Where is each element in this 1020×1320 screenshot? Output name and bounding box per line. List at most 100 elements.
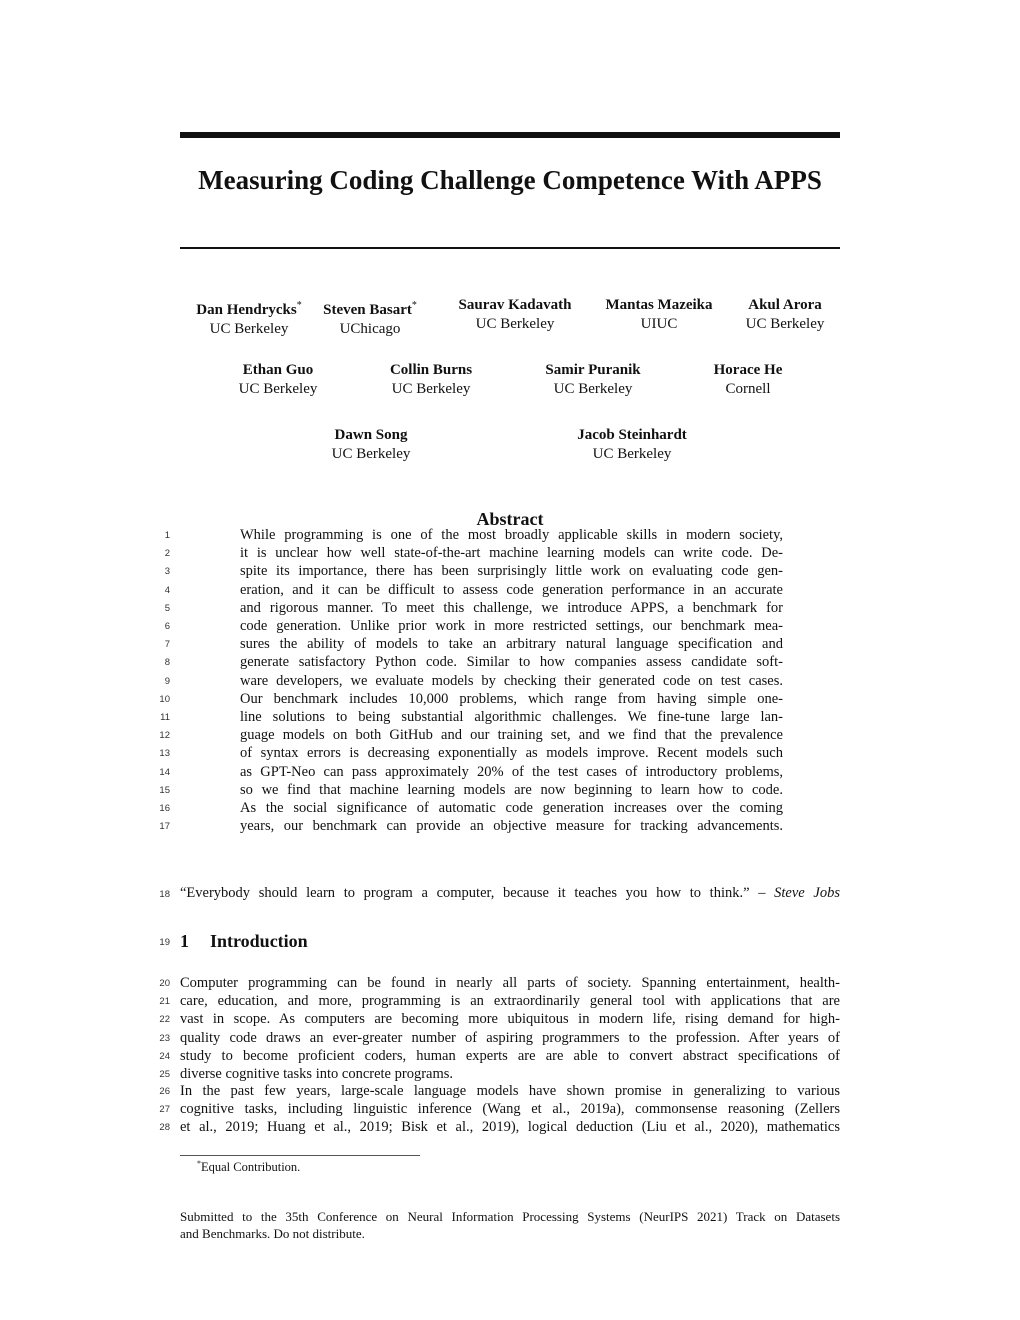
title-top-rule: [180, 132, 840, 138]
text-line: eration, and it can be difficult to asse…: [240, 581, 783, 598]
author-affiliation: UC Berkeley: [745, 316, 825, 332]
author-block: Dan Hendrycks* UC Berkeley: [196, 296, 301, 339]
line-number: 22: [159, 1014, 170, 1026]
line-number: 21: [159, 996, 170, 1008]
line-number: 18: [159, 889, 170, 900]
text-line: In the past few years, large-scale langu…: [180, 1083, 840, 1099]
line-number: 8: [164, 657, 170, 669]
text-line: it is unclear how well state-of-the-art …: [240, 545, 783, 562]
author-block: Mantas Mazeika UIUC: [605, 296, 712, 334]
line-number: 20: [159, 978, 170, 989]
author-name: Dan Hendrycks: [196, 302, 297, 318]
text-line: vast in scope. As computers are becoming…: [180, 1011, 840, 1028]
section-heading: 1 Introduction: [180, 931, 308, 952]
author-name: Dawn Song: [334, 427, 408, 443]
text-line: years, our benchmark can provide an obje…: [240, 818, 783, 835]
author-affiliation: UC Berkeley: [391, 381, 471, 397]
submission-notice-line: and Benchmarks. Do not distribute.: [180, 1226, 365, 1241]
footnote-rule: [180, 1155, 420, 1156]
text-line: guage models on both GitHub and our trai…: [240, 727, 783, 744]
author-block: Horace He Cornell: [714, 361, 783, 399]
equal-contribution-mark: *: [411, 300, 417, 311]
author-block: Saurav Kadavath UC Berkeley: [459, 296, 572, 334]
text-line: Our benchmark includes 10,000 problems, …: [240, 690, 783, 707]
author-affiliation: UC Berkeley: [592, 446, 672, 462]
footnote: *Equal Contribution.: [197, 1159, 300, 1175]
submission-notice-line: Submitted to the 35th Conference on Neur…: [180, 1209, 840, 1224]
author-block: Steven Basart* UChicago: [323, 296, 417, 339]
text-line: care, education, and more, programming i…: [180, 993, 840, 1010]
quote-author: Steve Jobs: [774, 885, 840, 901]
author-name: Samir Puranik: [545, 362, 641, 378]
author-name: Akul Arora: [748, 297, 822, 313]
footnote-text: Equal Contribution.: [201, 1160, 301, 1175]
line-number: 1: [164, 530, 170, 541]
line-number: 27: [159, 1104, 170, 1116]
line-number: 28: [159, 1122, 170, 1134]
author-affiliation: Cornell: [725, 381, 771, 397]
line-number: 9: [164, 675, 170, 687]
section-number: 1: [180, 931, 189, 951]
line-number: 12: [159, 730, 170, 742]
submission-notice: Submitted to the 35th Conference on Neur…: [180, 1208, 840, 1242]
text-line: quality code draws an ever-greater numbe…: [180, 1029, 840, 1046]
author-block: Ethan Guo UC Berkeley: [239, 361, 318, 399]
text-line: Computer programming can be found in nea…: [180, 975, 840, 991]
author-block: Jacob Steinhardt UC Berkeley: [577, 426, 687, 464]
text-line: While programming is one of the most bro…: [240, 527, 783, 543]
line-number: 23: [159, 1032, 170, 1044]
line-number: 17: [159, 821, 170, 833]
line-number: 16: [159, 803, 170, 814]
author-name: Jacob Steinhardt: [577, 427, 687, 443]
text-line: As the social significance of automatic …: [240, 800, 783, 816]
line-number: 26: [159, 1086, 170, 1097]
author-block: Collin Burns UC Berkeley: [390, 361, 472, 399]
text-line: code generation. Unlike prior work in mo…: [240, 618, 783, 634]
quote-text: “Everybody should learn to program a com…: [180, 885, 775, 901]
text-line: diverse cognitive tasks into concrete pr…: [180, 1066, 454, 1082]
line-number: 25: [159, 1069, 170, 1080]
author-name: Ethan Guo: [242, 362, 314, 378]
text-line: ware developers, we evaluate models by c…: [240, 672, 783, 689]
text-line: so we find that machine learning models …: [240, 781, 783, 798]
author-affiliation: UC Berkeley: [553, 381, 633, 397]
text-line: generate satisfactory Python code. Simil…: [240, 654, 783, 671]
text-line: study to become proficient coders, human…: [180, 1047, 840, 1064]
line-number: 3: [164, 566, 170, 578]
line-number: 7: [164, 639, 170, 651]
author-affiliation: UChicago: [339, 321, 401, 337]
author-affiliation: UC Berkeley: [209, 321, 289, 337]
line-number: 2: [164, 548, 170, 560]
line-number: 5: [164, 602, 170, 614]
paper-title: Measuring Coding Challenge Competence Wi…: [198, 165, 822, 195]
author-block: Akul Arora UC Berkeley: [746, 296, 825, 334]
text-line: sures the ability of models to take an a…: [240, 636, 783, 653]
text-line: as GPT-Neo can pass approximately 20% of…: [240, 763, 783, 780]
text-line: spite its importance, there has been sur…: [240, 563, 783, 580]
author-name: Horace He: [713, 362, 783, 378]
line-number: 6: [164, 621, 170, 632]
line-number: 13: [159, 748, 170, 760]
section-title: Introduction: [210, 931, 308, 951]
author-name: Saurav Kadavath: [458, 297, 572, 313]
line-number: 24: [159, 1050, 170, 1062]
author-block: Samir Puranik UC Berkeley: [545, 361, 640, 399]
line-number: 11: [160, 712, 170, 723]
text-line: et al., 2019; Huang et al., 2019; Bisk e…: [180, 1119, 840, 1136]
text-line: of syntax errors is decreasing exponenti…: [240, 745, 783, 762]
title-bottom-rule: [180, 247, 840, 249]
author-block: Dawn Song UC Berkeley: [332, 426, 411, 464]
author-name: Steven Basart: [323, 302, 412, 318]
equal-contribution-mark: *: [296, 300, 302, 311]
author-affiliation: UC Berkeley: [475, 316, 555, 332]
author-name: Collin Burns: [389, 362, 473, 378]
text-line: and rigorous manner. To meet this challe…: [240, 599, 783, 616]
author-affiliation: UC Berkeley: [238, 381, 318, 397]
epigraph-quote: “Everybody should learn to program a com…: [180, 885, 840, 902]
line-number: 10: [159, 693, 170, 705]
author-affiliation: UIUC: [640, 316, 678, 332]
author-name: Mantas Mazeika: [605, 297, 713, 313]
author-affiliation: UC Berkeley: [331, 446, 411, 462]
line-number: 14: [159, 766, 170, 778]
text-line: line solutions to being substantial algo…: [240, 709, 783, 725]
